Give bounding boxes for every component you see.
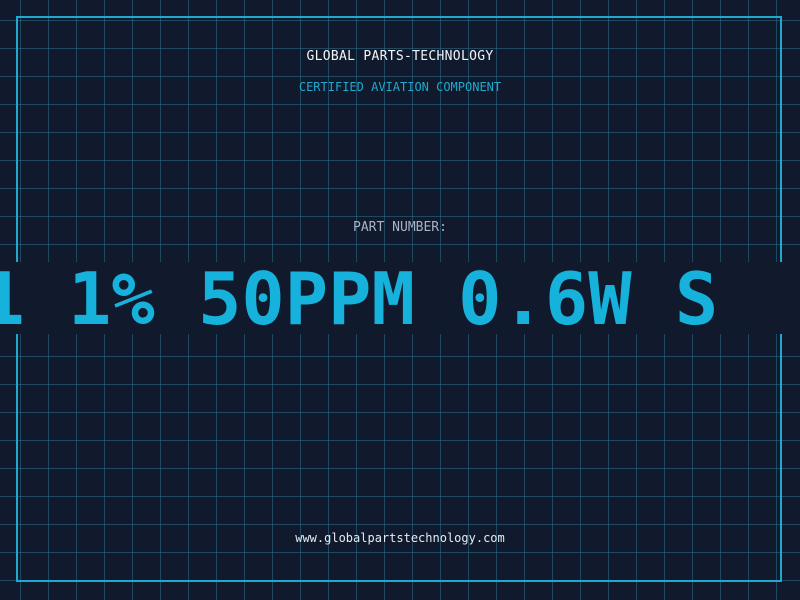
website-url: www.globalpartstechnology.com — [295, 531, 505, 545]
certification-subtitle: CERTIFIED AVIATION COMPONENT — [298, 80, 502, 94]
part-number-banner: 81 1% 50PPM 0.6W S — [0, 262, 800, 334]
part-display-screen: GLOBAL PARTS-TECHNOLOGY CERTIFIED AVIATI… — [0, 0, 800, 600]
company-name: GLOBAL PARTS-TECHNOLOGY — [306, 49, 494, 64]
part-number-label: PART NUMBER: — [353, 220, 447, 235]
part-number-value: 81 1% 50PPM 0.6W S — [0, 262, 719, 334]
